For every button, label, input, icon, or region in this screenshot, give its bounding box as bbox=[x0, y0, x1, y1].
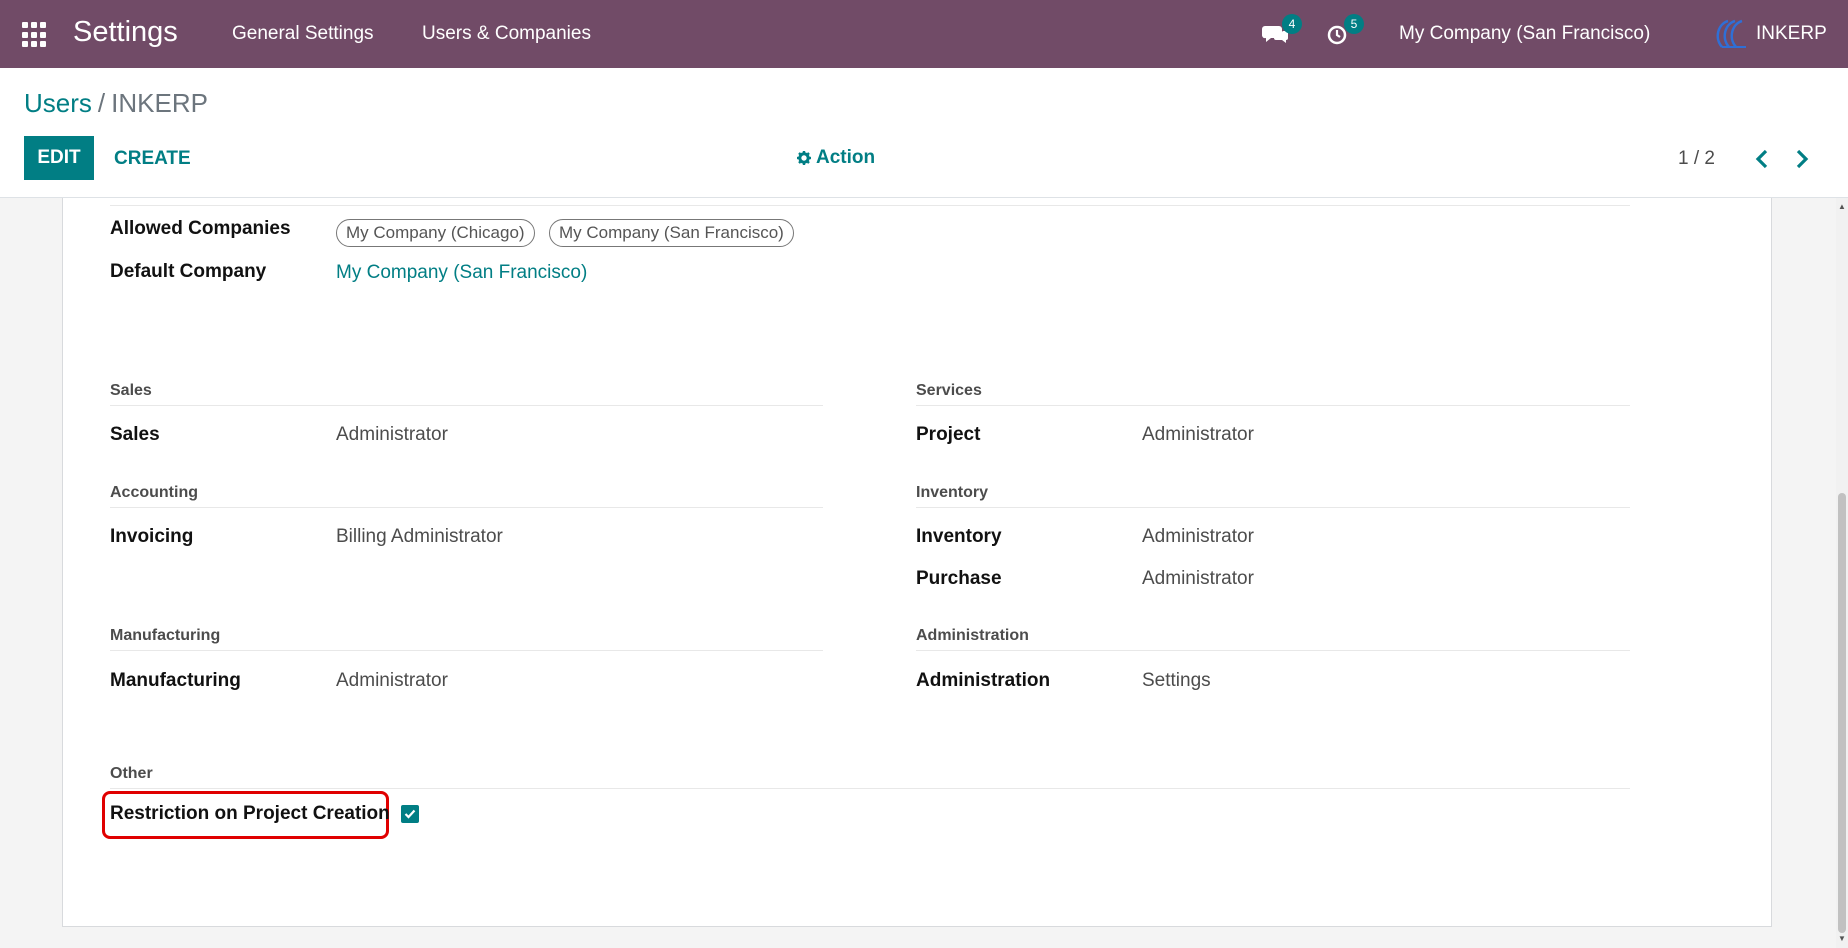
form-view: Allowed Companies My Company (Chicago) M… bbox=[0, 198, 1836, 948]
allowed-companies-label: Allowed Companies bbox=[110, 218, 291, 239]
pager-next-button[interactable] bbox=[1790, 146, 1814, 172]
inventory-label: Inventory bbox=[916, 526, 1002, 547]
group-title-administration: Administration bbox=[916, 627, 1029, 644]
action-label: Action bbox=[816, 147, 876, 168]
menu-general-settings[interactable]: General Settings bbox=[232, 23, 374, 45]
activities-badge: 5 bbox=[1344, 14, 1364, 34]
menu-users-companies[interactable]: Users & Companies bbox=[422, 23, 591, 45]
company-tag[interactable]: My Company (Chicago) bbox=[336, 219, 535, 247]
administration-label: Administration bbox=[916, 670, 1051, 691]
form-sheet: Allowed Companies My Company (Chicago) M… bbox=[62, 198, 1772, 927]
scrollbar-thumb[interactable] bbox=[1838, 493, 1846, 933]
action-menu-button[interactable]: Action bbox=[797, 147, 875, 169]
apps-menu-icon[interactable] bbox=[22, 22, 48, 48]
checkmark-icon bbox=[404, 809, 416, 819]
divider bbox=[110, 788, 1630, 789]
company-tag[interactable]: My Company (San Francisco) bbox=[549, 219, 794, 247]
purchase-label: Purchase bbox=[916, 568, 1002, 589]
sales-value[interactable]: Administrator bbox=[336, 424, 448, 446]
edit-button[interactable]: EDIT bbox=[24, 136, 94, 180]
breadcrumb-separator: / bbox=[97, 88, 106, 118]
manufacturing-value[interactable]: Administrator bbox=[336, 670, 448, 692]
user-name: INKERP bbox=[1756, 23, 1827, 44]
vertical-scrollbar[interactable]: ▲ ▼ bbox=[1836, 198, 1848, 948]
divider bbox=[110, 405, 823, 406]
group-title-accounting: Accounting bbox=[110, 484, 198, 501]
project-label: Project bbox=[916, 424, 981, 445]
chevron-right-icon bbox=[1796, 149, 1809, 169]
inventory-value[interactable]: Administrator bbox=[1142, 526, 1254, 548]
divider bbox=[916, 650, 1630, 651]
scroll-down-arrow-icon[interactable]: ▼ bbox=[1838, 934, 1846, 943]
breadcrumb-users-link[interactable]: Users bbox=[24, 88, 92, 118]
chevron-left-icon bbox=[1755, 149, 1768, 169]
scroll-up-arrow-icon[interactable]: ▲ bbox=[1838, 202, 1846, 211]
app-title: Settings bbox=[73, 16, 178, 48]
create-button[interactable]: CREATE bbox=[114, 148, 191, 170]
project-creation-restriction-checkbox[interactable] bbox=[401, 805, 419, 823]
user-menu[interactable]: INKERP bbox=[1710, 18, 1827, 50]
default-company-link[interactable]: My Company (San Francisco) bbox=[336, 262, 587, 284]
divider bbox=[916, 405, 1630, 406]
administration-value[interactable]: Settings bbox=[1142, 670, 1211, 692]
group-title-sales: Sales bbox=[110, 382, 152, 399]
activities-button[interactable]: 5 bbox=[1324, 14, 1364, 46]
group-title-inventory: Inventory bbox=[916, 484, 989, 501]
divider bbox=[110, 650, 823, 651]
manufacturing-label: Manufacturing bbox=[110, 670, 241, 691]
divider bbox=[110, 507, 823, 508]
inkerp-logo-icon bbox=[1716, 19, 1746, 48]
group-title-services: Services bbox=[916, 382, 982, 399]
project-value[interactable]: Administrator bbox=[1142, 424, 1254, 446]
company-switcher[interactable]: My Company (San Francisco) bbox=[1399, 23, 1650, 45]
divider bbox=[110, 205, 1630, 206]
sales-label: Sales bbox=[110, 424, 160, 445]
project-creation-restriction-label: Restriction on Project Creation bbox=[110, 803, 390, 824]
messages-badge: 4 bbox=[1282, 14, 1302, 34]
top-navbar: Settings General Settings Users & Compan… bbox=[0, 0, 1848, 68]
divider bbox=[916, 507, 1630, 508]
default-company-label: Default Company bbox=[110, 261, 267, 282]
purchase-value[interactable]: Administrator bbox=[1142, 568, 1254, 590]
messages-button[interactable]: 4 bbox=[1261, 14, 1302, 46]
group-title-manufacturing: Manufacturing bbox=[110, 627, 221, 644]
group-title-other: Other bbox=[110, 765, 153, 782]
breadcrumb: Users / INKERP bbox=[24, 88, 208, 119]
invoicing-label: Invoicing bbox=[110, 526, 194, 547]
invoicing-value[interactable]: Billing Administrator bbox=[336, 526, 503, 548]
pager-previous-button[interactable] bbox=[1750, 146, 1774, 172]
gear-icon bbox=[797, 151, 811, 165]
pager-value[interactable]: 1 / 2 bbox=[1678, 148, 1715, 170]
control-panel: Users / INKERP EDIT CREATE Action 1 / 2 bbox=[0, 68, 1848, 198]
breadcrumb-current: INKERP bbox=[111, 88, 208, 118]
